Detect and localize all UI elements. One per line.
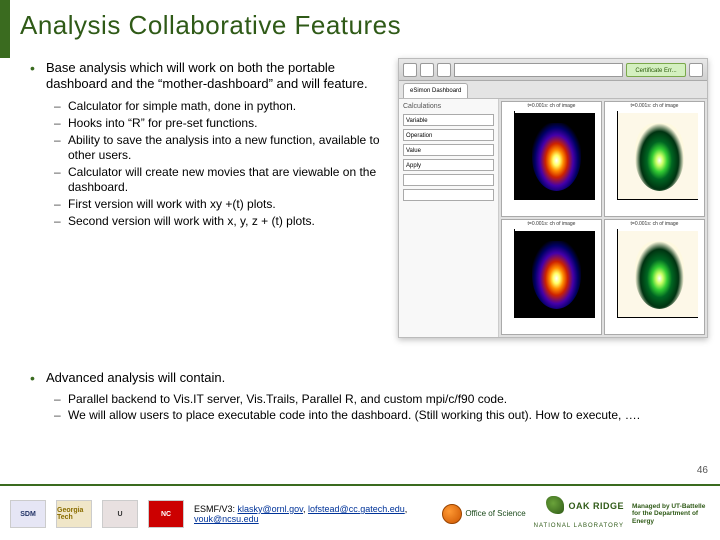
contact-line: ESMF/V3: klasky@ornl.gov, lofstead@cc.ga… [194, 504, 432, 524]
contact-email-3: vouk@ncsu.edu [194, 514, 259, 524]
plot-bottom-left[interactable]: t=0.001s: ch of image [501, 219, 602, 335]
plot-grid: t=0.001s: ch of image t=0.001s: ch of im… [499, 99, 707, 337]
axis-y [514, 111, 515, 200]
sublist-2: –Parallel backend to Vis.IT server, Vis.… [54, 392, 714, 422]
dashboard-body: Calculations Variable Operation Value Ap… [399, 99, 707, 337]
forward-button[interactable] [420, 63, 434, 77]
page-number: 46 [697, 465, 708, 476]
footer-rule [0, 484, 720, 486]
axis-y [514, 229, 515, 318]
dash-icon: – [54, 197, 68, 212]
tab-dashboard[interactable]: eSimon Dashboard [403, 83, 468, 98]
plot-title: t=0.001s: ch of image [502, 103, 601, 109]
content-block-1: • Base analysis which will work on both … [30, 60, 390, 231]
control-pane: Calculations Variable Operation Value Ap… [399, 99, 499, 337]
dash-icon: – [54, 99, 68, 114]
tab-row: eSimon Dashboard [399, 81, 707, 99]
browser-toolbar: Certificate Err... [399, 59, 707, 81]
contact-email-1: klasky@ornl.gov [238, 504, 304, 514]
sub-item: First version will work with xy +(t) plo… [68, 197, 276, 212]
sub-item: Calculator will create new movies that a… [68, 165, 390, 195]
pane-title: Calculations [403, 103, 494, 110]
bullet-1-text: Base analysis which will work on both th… [46, 60, 390, 93]
flame-viz [532, 123, 582, 191]
dropdown-extra[interactable] [403, 189, 494, 201]
plot-title: t=0.001s: ch of image [502, 221, 601, 227]
bullet-2: • Advanced analysis will contain. [30, 370, 690, 386]
sub-item: Second version will work with x, y, z + … [68, 214, 315, 229]
sub-item: Ability to save the analysis into a new … [68, 133, 390, 163]
dropdown-operation[interactable]: Operation [403, 129, 494, 141]
contact-email-2: lofstead@cc.gatech.edu [308, 504, 405, 514]
right-logos: Office of Science OAK RIDGE NATIONAL LAB… [442, 496, 710, 532]
url-field[interactable] [454, 63, 623, 77]
dash-icon: – [54, 165, 68, 195]
plot-title: t=0.001s: ch of image [605, 103, 704, 109]
managed-by-text: Managed by UT-Battelle for the Departmen… [632, 503, 710, 524]
office-orb-icon [442, 504, 462, 524]
contact-prefix: ESMF/V3: [194, 504, 238, 514]
back-button[interactable] [403, 63, 417, 77]
search-icon[interactable] [689, 63, 703, 77]
plot-top-left[interactable]: t=0.001s: ch of image [501, 101, 602, 217]
flame-viz [635, 123, 685, 191]
logo-ncstate: NC [148, 500, 184, 528]
dash-icon: – [54, 214, 68, 229]
dashboard-screenshot: Certificate Err... eSimon Dashboard Calc… [398, 58, 708, 338]
sub-item: Parallel backend to Vis.IT server, Vis.T… [68, 392, 507, 406]
sub-item: Calculator for simple math, done in pyth… [68, 99, 296, 114]
sub-item: Hooks into “R” for pre-set functions. [68, 116, 257, 131]
bullet-icon: • [30, 60, 46, 93]
dash-icon: – [54, 408, 68, 422]
axis-x [617, 199, 698, 200]
apply-button[interactable]: Apply [403, 159, 494, 171]
axis-x [514, 317, 595, 318]
dash-icon: – [54, 133, 68, 163]
flame-viz [532, 241, 582, 309]
dash-icon: – [54, 392, 68, 406]
logo-university: U [102, 500, 138, 528]
dropdown-variable[interactable]: Variable [403, 114, 494, 126]
bullet-1: • Base analysis which will work on both … [30, 60, 390, 93]
flame-viz [635, 241, 685, 309]
decor-stripe [0, 0, 10, 58]
axis-x [514, 199, 595, 200]
reload-button[interactable] [437, 63, 451, 77]
office-label: Office of Science [465, 509, 525, 518]
logo-office-of-science: Office of Science [442, 504, 525, 524]
cert-badge[interactable]: Certificate Err... [626, 63, 686, 77]
logo-sdm: SDM [10, 500, 46, 528]
axis-y [617, 229, 618, 318]
dash-icon: – [54, 116, 68, 131]
plot-bottom-right[interactable]: t=0.001s: ch of image [604, 219, 705, 335]
dropdown-value[interactable]: Value [403, 144, 494, 156]
bullet-2-text: Advanced analysis will contain. [46, 370, 225, 386]
dropdown-extra[interactable] [403, 174, 494, 186]
sublist-1: –Calculator for simple math, done in pyt… [54, 99, 390, 229]
logo-oak-ridge: OAK RIDGE NATIONAL LABORATORY [534, 496, 624, 532]
sub-item: We will allow users to place executable … [68, 408, 640, 422]
axis-x [617, 317, 698, 318]
oak-leaf-icon [546, 496, 564, 514]
logo-georgia-tech: Georgia Tech [56, 500, 92, 528]
ornl-name: OAK RIDGE [568, 501, 624, 511]
content-block-2: • Advanced analysis will contain. –Paral… [30, 370, 690, 424]
axis-y [617, 111, 618, 200]
plot-title: t=0.001s: ch of image [605, 221, 704, 227]
plot-top-right[interactable]: t=0.001s: ch of image [604, 101, 705, 217]
ornl-sub: NATIONAL LABORATORY [534, 523, 624, 529]
slide-title: Analysis Collaborative Features [20, 10, 401, 41]
footer: SDM Georgia Tech U NC ESMF/V3: klasky@or… [0, 488, 720, 540]
bullet-icon: • [30, 370, 46, 386]
